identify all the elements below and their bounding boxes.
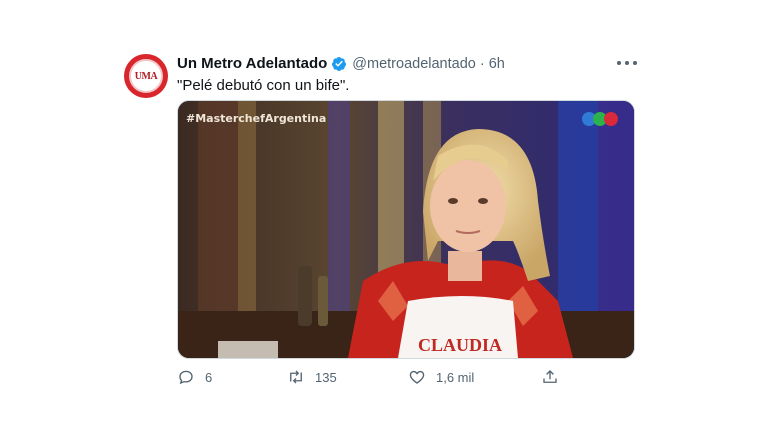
retweet-count: 135 [315,369,337,385]
reply-button[interactable]: 6 [177,368,212,386]
tweet-text: "Pelé debutó con un bife". [177,77,350,94]
media-hashtag: #MasterchefArgentina [186,112,327,125]
more-icon[interactable] [617,56,637,70]
author-handle[interactable]: @metroadelantado [352,56,476,72]
avatar-logo-text: UMA [129,59,163,93]
reply-count: 6 [205,369,213,385]
author-name[interactable]: Un Metro Adelantado [177,55,327,72]
separator-dot: · [479,55,485,72]
retweet-icon [290,370,302,384]
tweet-card[interactable]: UMA Un Metro Adelantado @metroadelantado… [0,0,768,432]
tweet-media-image[interactable]: CLAUDIA #MasterchefArgentina [177,100,635,359]
tweet-header: Un Metro Adelantado @metroadelantado · 6… [177,55,505,72]
like-icon [409,370,425,384]
like-count: 1,6 mil [436,369,475,385]
media-illustration: CLAUDIA [178,101,634,358]
reply-icon [179,370,193,385]
tweet-time[interactable]: 6h [489,56,505,72]
logo-dot-red [604,112,618,126]
channel-logo-icon [582,112,618,126]
apron-text: CLAUDIA [418,335,502,355]
retweet-button[interactable]: 135 [287,368,337,386]
share-button[interactable] [541,368,559,386]
verified-badge-icon [332,56,347,71]
like-button[interactable]: 1,6 mil [408,368,474,386]
avatar[interactable]: UMA [124,54,168,98]
tweet-actions: 6 135 1,6 mil [177,368,577,388]
share-icon [543,370,557,383]
